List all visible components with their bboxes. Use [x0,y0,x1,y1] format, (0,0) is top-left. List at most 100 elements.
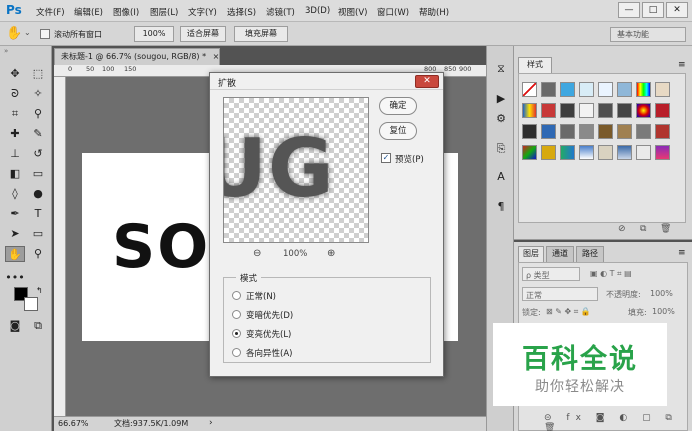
history-brush-tool-icon[interactable]: ↺ [28,146,48,162]
screen-mode-icon[interactable]: ⧉ [28,318,48,334]
zoom-tool-icon[interactable]: ⚲ [28,246,48,262]
mode-radio-darken-only[interactable] [232,310,241,319]
style-swatch[interactable] [560,103,575,118]
character-panel-icon[interactable]: A [494,170,508,184]
status-expand-icon[interactable]: › [209,417,213,430]
style-swatch[interactable] [617,103,632,118]
menu-edit[interactable]: 编辑(E) [74,6,103,18]
style-swatch[interactable] [541,145,556,160]
ok-button[interactable]: 确定 [379,97,417,115]
layer-filter-icons[interactable]: ▣ ◐ T ⌗ ▤ [590,269,632,279]
tab-layers[interactable]: 图层 [518,246,544,262]
style-swatch[interactable] [598,124,613,139]
preview-checkbox[interactable]: ✓ [381,153,391,163]
fit-screen-button[interactable]: 适合屏幕 [180,26,226,42]
style-swatch[interactable] [655,82,670,97]
blend-mode-select[interactable]: 正常 [522,287,598,301]
layer-filter-select[interactable]: ρ 类型 [522,267,580,281]
style-swatch[interactable] [541,124,556,139]
paragraph-panel-icon[interactable]: ¶ [494,200,508,214]
clear-style-icon[interactable]: ⊘ [618,224,626,234]
properties-panel-icon[interactable]: ⚙ [494,112,508,126]
style-swatch[interactable] [560,145,575,160]
style-swatch[interactable] [655,124,670,139]
new-style-icon[interactable]: ⧉ [640,224,646,234]
dialog-close-button[interactable]: ✕ [415,75,439,88]
tool-preset-chevron-icon[interactable]: ⌄ [24,28,31,37]
path-selection-tool-icon[interactable]: ➤ [5,226,25,242]
dialog-titlebar[interactable]: 扩散 ✕ [210,73,443,90]
crop-tool-icon[interactable]: ⌗ [5,106,25,122]
clone-source-panel-icon[interactable]: ⎘ [494,142,508,156]
style-swatch[interactable] [541,82,556,97]
rectangle-tool-icon[interactable]: ▭ [28,226,48,242]
brush-tool-icon[interactable]: ✎ [28,126,48,142]
style-swatch[interactable] [522,124,537,139]
fill-value[interactable]: 100% [652,307,675,316]
zoom-100-button[interactable]: 100% [134,26,174,42]
marquee-tool-icon[interactable]: ⬚ [28,66,48,82]
lasso-tool-icon[interactable]: ᘐ [5,86,25,102]
style-swatch[interactable] [636,103,651,118]
menu-window[interactable]: 窗口(W) [377,6,409,18]
opacity-value[interactable]: 100% [650,289,673,298]
swap-colors-icon[interactable]: ↰ [36,286,43,295]
menu-file[interactable]: 文件(F) [36,6,65,18]
menu-view[interactable]: 视图(V) [338,6,367,18]
menu-image[interactable]: 图像(I) [113,6,139,18]
magic-wand-tool-icon[interactable]: ✧ [28,86,48,102]
lock-icons[interactable]: ⊠ ✎ ✥ ⌗ 🔒 [546,307,591,317]
mode-radio-anisotropic[interactable] [232,348,241,357]
style-swatch[interactable] [522,145,537,160]
style-swatch[interactable] [579,82,594,97]
style-swatch[interactable] [617,82,632,97]
layers-panel-menu-icon[interactable]: ≡ [678,248,686,258]
actions-panel-icon[interactable]: ▶ [494,92,508,106]
menu-layer[interactable]: 图层(L) [150,6,178,18]
style-swatch[interactable] [522,103,537,118]
mode-radio-normal[interactable] [232,291,241,300]
clone-stamp-tool-icon[interactable]: ⊥ [5,146,25,162]
quick-mask-icon[interactable]: ◙ [5,318,25,334]
style-swatch[interactable] [636,82,651,97]
fill-screen-button[interactable]: 填充屏幕 [234,26,288,42]
style-swatch[interactable] [579,124,594,139]
type-tool-icon[interactable]: T [28,206,48,222]
zoom-level[interactable]: 66.67% [58,417,89,430]
layer-actions-icons[interactable]: ⊝ fx ◙ ◐ ▢ ⧉ 🗑 [544,413,692,431]
style-swatch[interactable] [655,103,670,118]
style-swatch[interactable] [655,145,670,160]
healing-brush-tool-icon[interactable]: ✚ [5,126,25,142]
pen-tool-icon[interactable]: ✒ [5,206,25,222]
style-swatch[interactable] [617,145,632,160]
scroll-all-windows-checkbox[interactable] [40,29,50,39]
style-swatch[interactable] [579,103,594,118]
menu-select[interactable]: 选择(S) [227,6,256,18]
blur-tool-icon[interactable]: ◊ [5,186,25,202]
delete-style-icon[interactable]: 🗑 [660,224,671,234]
style-swatch[interactable] [560,82,575,97]
style-swatch[interactable] [598,82,613,97]
style-swatch[interactable] [579,145,594,160]
style-swatch[interactable] [598,145,613,160]
filter-preview[interactable]: UG [223,97,369,243]
menu-3d[interactable]: 3D(D) [305,6,330,16]
menu-filter[interactable]: 滤镜(T) [266,6,295,18]
history-panel-icon[interactable]: ⧖ [494,62,508,76]
menu-type[interactable]: 文字(Y) [188,6,217,18]
style-swatch[interactable] [598,103,613,118]
minimize-button[interactable]: — [618,2,640,18]
zoom-in-icon[interactable]: ⊕ [327,248,335,259]
collapse-panel-icon[interactable]: » [4,47,8,55]
eyedropper-tool-icon[interactable]: ⚲ [28,106,48,122]
move-tool-icon[interactable]: ✥ [5,66,25,82]
style-swatch[interactable] [617,124,632,139]
background-color-swatch[interactable] [24,297,38,311]
style-swatch[interactable] [636,124,651,139]
eraser-tool-icon[interactable]: ◧ [5,166,25,182]
tab-styles[interactable]: 样式 [518,57,552,73]
style-swatch[interactable] [541,103,556,118]
close-window-button[interactable]: ✕ [666,2,688,18]
tab-paths[interactable]: 路径 [576,246,604,262]
reset-button[interactable]: 复位 [379,122,417,140]
